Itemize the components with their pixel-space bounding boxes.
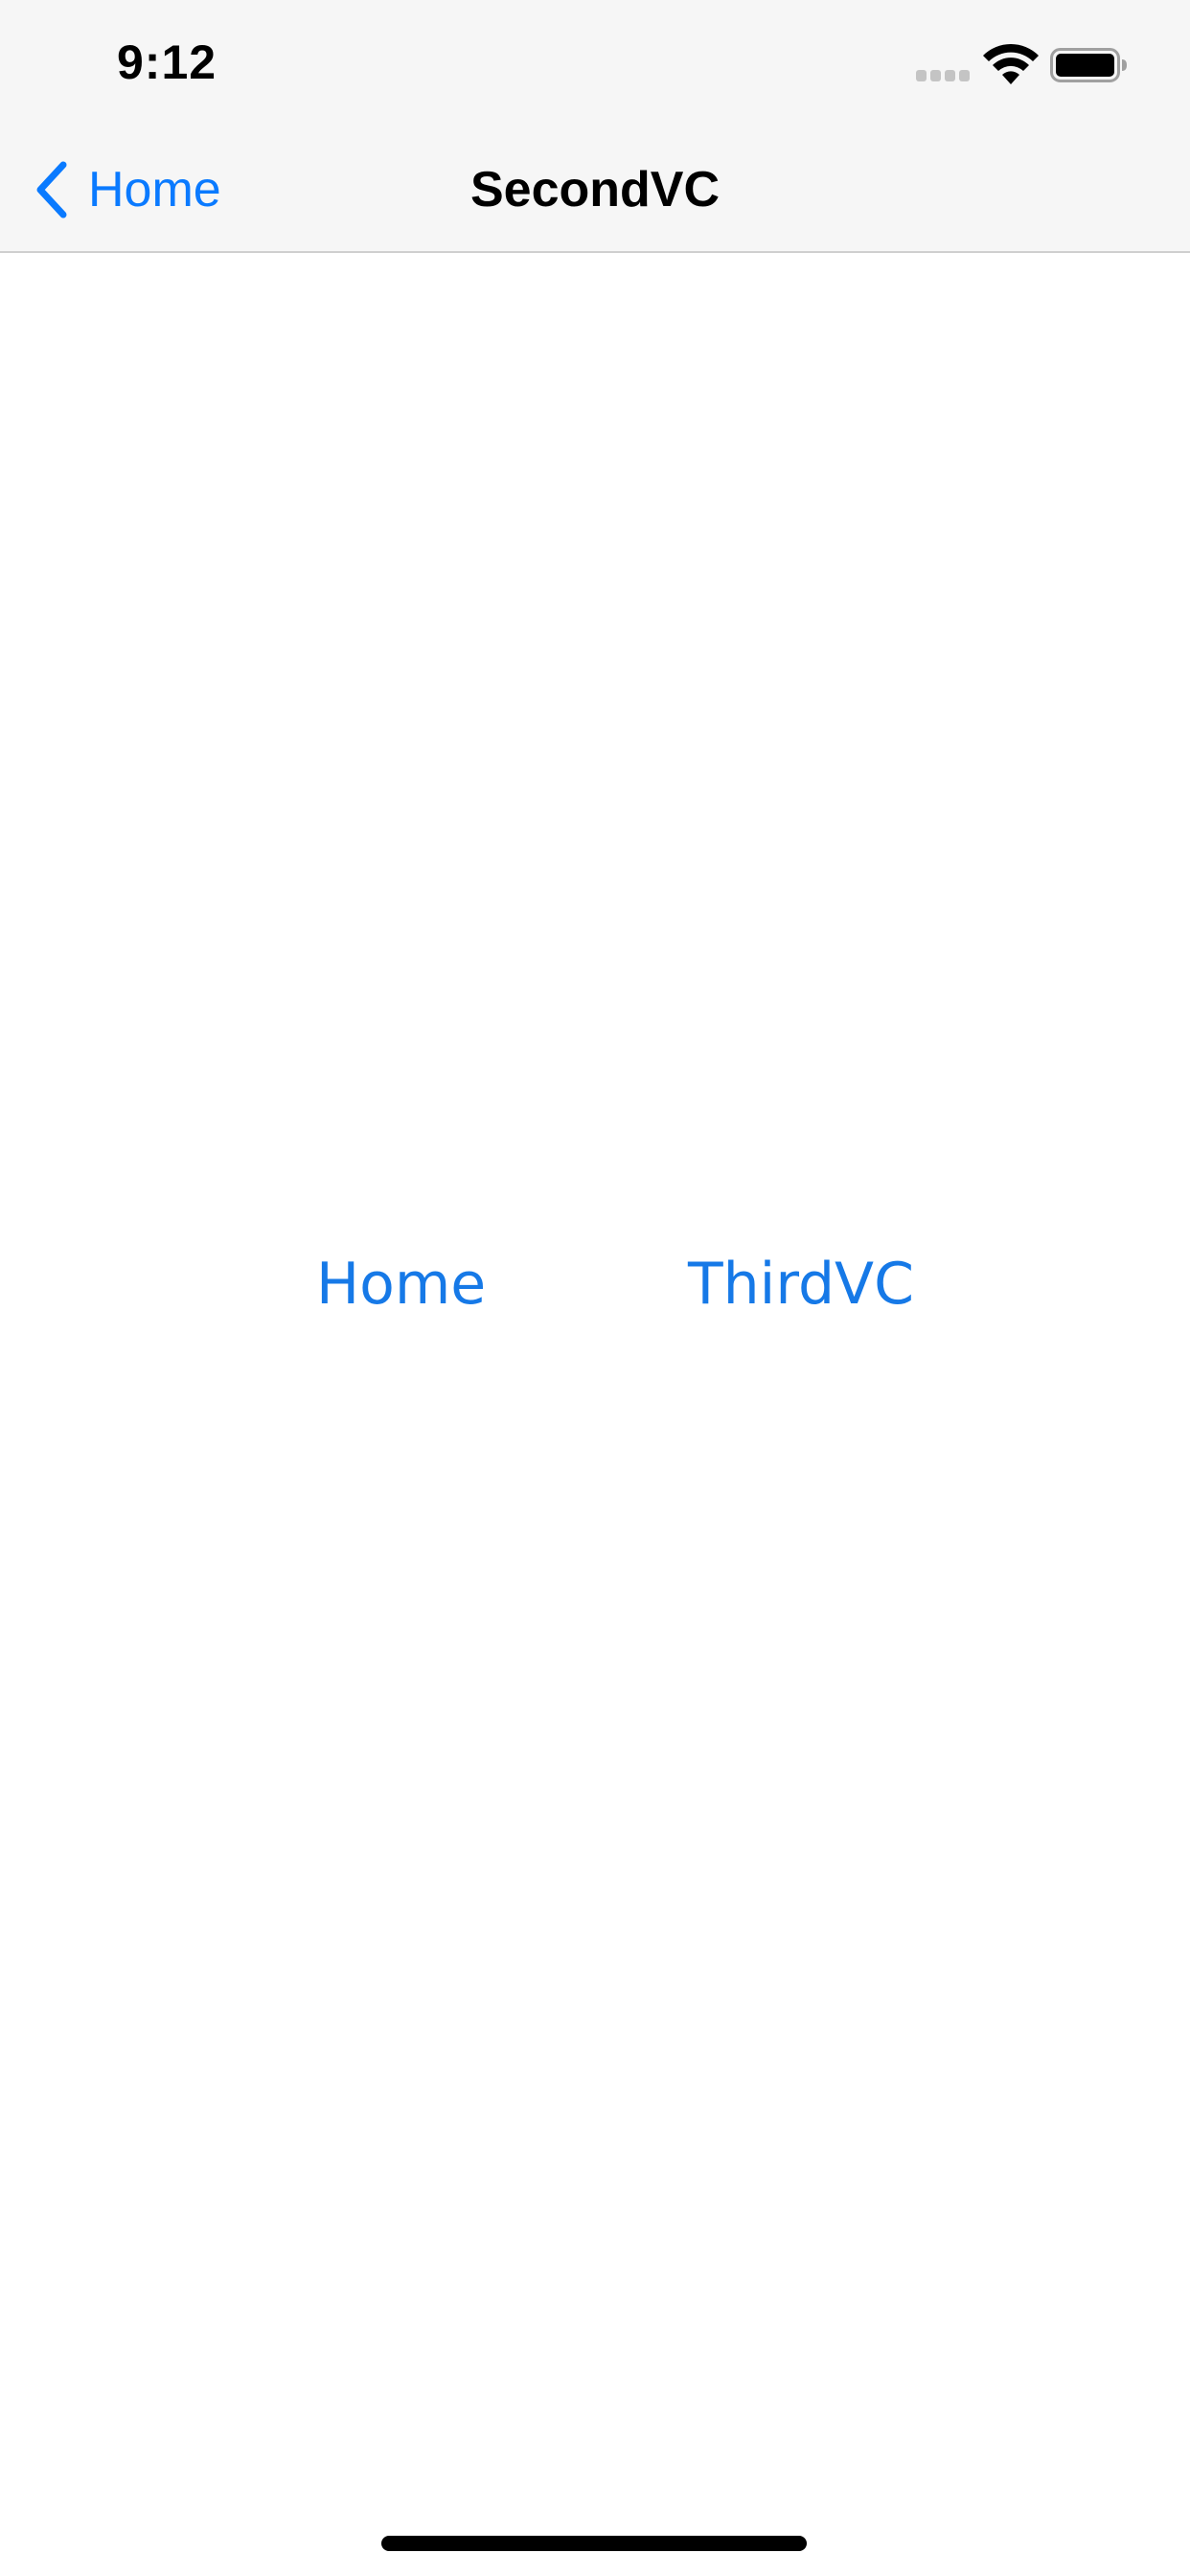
navigation-header: 9:12 Home SecondVC [0, 0, 1190, 253]
battery-icon [1050, 48, 1127, 82]
third-vc-button[interactable]: ThirdVC [688, 1246, 914, 1322]
page-title: SecondVC [469, 162, 721, 218]
cellular-signal-icon [916, 70, 970, 81]
wifi-icon [983, 43, 1039, 84]
home-button[interactable]: Home [316, 1246, 486, 1322]
status-time: 9:12 [117, 35, 217, 89]
home-indicator[interactable] [381, 2536, 807, 2551]
